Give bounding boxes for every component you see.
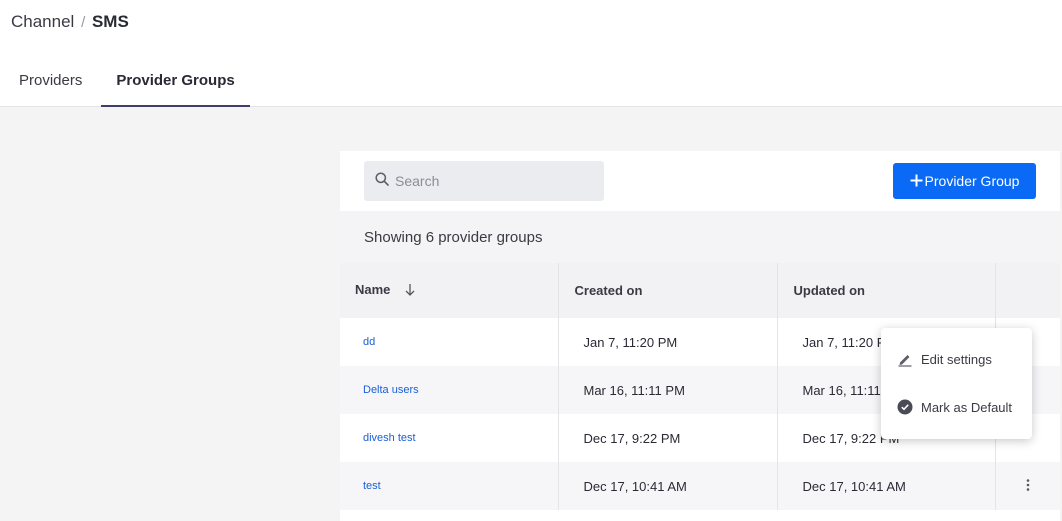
search-input[interactable]	[395, 173, 595, 189]
toolbar: Provider Group	[340, 151, 1060, 211]
add-provider-group-label: Provider Group	[924, 173, 1020, 189]
column-header-created-on: Created on	[558, 263, 778, 318]
menu-item-mark-as-default[interactable]: Mark as Default	[881, 387, 1032, 427]
group-name-link[interactable]: test	[340, 462, 559, 510]
breadcrumb-separator: /	[81, 14, 86, 31]
created-on-cell: Dec 17, 10:41 AM	[558, 462, 778, 510]
pencil-icon	[897, 351, 913, 367]
menu-item-label: Edit settings	[921, 351, 992, 367]
group-name-link[interactable]: dd	[340, 318, 559, 366]
group-name-link[interactable]: divesh test	[340, 414, 559, 462]
tab-bar: Providers Provider Groups	[0, 62, 250, 107]
breadcrumb-current: SMS	[91, 12, 129, 31]
created-on-cell: Mar 16, 11:11 PM	[558, 366, 778, 414]
column-header-actions	[995, 263, 1060, 318]
menu-item-edit-settings[interactable]: Edit settings	[881, 339, 1032, 379]
breadcrumb: Channel / SMS	[11, 12, 129, 32]
tab-provider-groups[interactable]: Provider Groups	[101, 62, 250, 107]
breadcrumb-parent[interactable]: Channel	[11, 12, 74, 31]
table-header-row: Name Created on Updated on	[340, 263, 1060, 318]
created-on-cell: Jan 7, 11:20 PM	[558, 318, 778, 366]
check-circle-icon	[897, 399, 913, 415]
created-on-cell: Dec 17, 9:22 PM	[558, 414, 778, 462]
tab-providers[interactable]: Providers	[4, 62, 97, 107]
table-row: test Dec 17, 10:41 AM Dec 17, 10:41 AM	[340, 462, 1060, 510]
search-icon	[375, 171, 389, 191]
updated-on-cell: Dec 17, 10:41 AM	[777, 462, 996, 510]
more-options-icon[interactable]	[1026, 478, 1030, 494]
row-context-menu: Edit settings Mark as Default	[881, 328, 1032, 439]
plus-icon	[910, 171, 923, 191]
group-name-link[interactable]: Delta users	[340, 366, 559, 414]
top-header: Channel / SMS Providers Provider Groups	[0, 0, 1062, 107]
column-header-updated-on: Updated on	[777, 263, 996, 318]
add-provider-group-button[interactable]: Provider Group	[893, 163, 1036, 199]
column-header-name[interactable]: Name	[340, 263, 559, 318]
results-summary: Showing 6 provider groups	[340, 211, 1060, 263]
menu-item-label: Mark as Default	[921, 399, 1013, 415]
sort-arrow-down-icon[interactable]	[404, 283, 416, 299]
search-box[interactable]	[364, 161, 604, 201]
row-actions-cell	[995, 462, 1060, 510]
